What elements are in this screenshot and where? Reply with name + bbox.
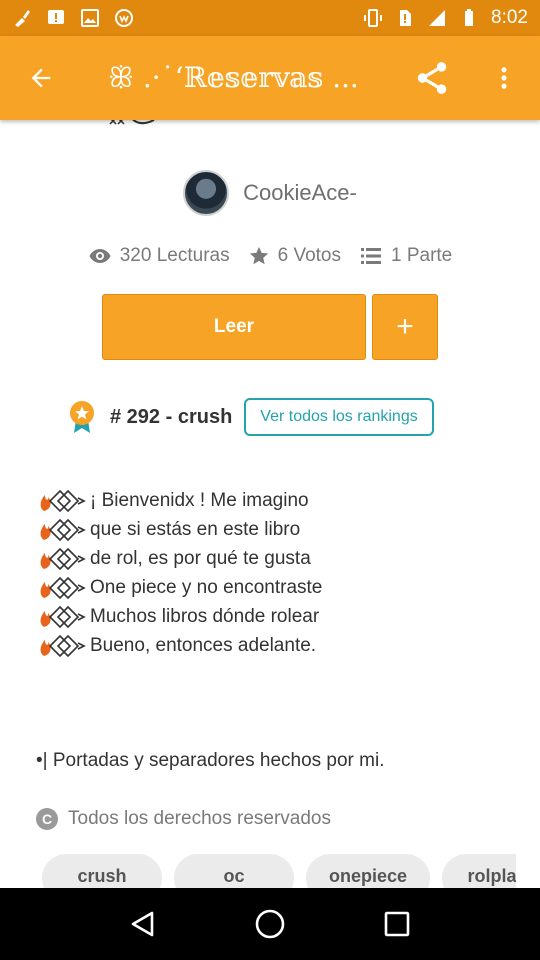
more-vert-icon	[501, 67, 507, 89]
story-details: CookieAce- 320 Lecturas 6 Votos 1 Parte …	[0, 120, 540, 888]
list-icon	[360, 248, 381, 264]
parts-count: 1 Parte	[390, 245, 453, 266]
back-button[interactable]	[0, 36, 82, 120]
ranking-medal-icon	[70, 401, 94, 433]
toolbar: ꕥ .·˙‘ℝ𝕖𝕤𝕖𝕣𝕧𝕒𝕤 ...	[0, 36, 540, 120]
ranking-row: # 292 - crush Ver todos los rankings	[66, 398, 434, 436]
cover-art-fragment	[108, 120, 168, 134]
description-line-text: ¡ Bienvenidx ! Me imagino	[90, 490, 309, 511]
add-to-library-button[interactable]: +	[372, 294, 438, 360]
more-options-button[interactable]	[468, 36, 540, 120]
votes-stat: 6 Votos	[248, 245, 341, 267]
square-recents-icon	[384, 911, 409, 937]
eye-icon	[89, 249, 111, 263]
avatar[interactable]	[183, 170, 230, 216]
tag-chip[interactable]: rolpla	[442, 854, 516, 888]
parts-stat: 1 Parte	[359, 244, 452, 268]
description-line: que si estás en este libro	[38, 515, 498, 544]
vibrate-icon	[363, 8, 383, 28]
view-all-rankings-button[interactable]: Ver todos los rankings	[244, 398, 434, 436]
story-title: ꕥ .·˙‘ℝ𝕖𝕤𝕖𝕣𝕧𝕒𝕤 ...	[108, 61, 359, 94]
share-icon	[417, 62, 447, 94]
nav-back-button[interactable]	[121, 902, 165, 946]
tag-chip[interactable]: crush	[42, 854, 162, 888]
signal-icon	[427, 8, 447, 28]
copyright-icon: C	[36, 808, 58, 830]
fire-ornament-icon	[38, 575, 90, 601]
image-icon	[80, 8, 100, 28]
wattpad-icon	[114, 8, 134, 28]
tag-chip[interactable]: oc	[174, 854, 294, 888]
description-line: Muchos libros dónde rolear	[38, 602, 498, 631]
description-line-text: Muchos libros dónde rolear	[90, 606, 320, 627]
copyright-text: Todos los derechos reservados	[68, 808, 331, 829]
share-button[interactable]	[396, 36, 468, 120]
read-button[interactable]: Leer	[102, 294, 366, 360]
description-note: •| Portadas y separadores hechos por mi.	[36, 750, 385, 771]
description-line: Bueno, entonces adelante.	[38, 631, 498, 660]
description-line: de rol, es por qué te gusta	[38, 544, 498, 573]
battery-icon	[459, 8, 479, 28]
story-stats: 320 Lecturas 6 Votos 1 Parte	[0, 244, 540, 268]
description-line: One piece y no encontraste	[38, 573, 498, 602]
broom-icon	[12, 8, 32, 28]
description-line-text: de rol, es por qué te gusta	[90, 548, 311, 569]
fire-ornament-icon	[38, 546, 90, 572]
tag-chip[interactable]: onepiece	[306, 854, 430, 888]
ranking-text: # 292 - crush	[110, 405, 233, 428]
nav-recents-button[interactable]	[375, 902, 419, 946]
description-line: ¡ Bienvenidx ! Me imagino	[38, 486, 498, 515]
no-sim-icon	[395, 8, 415, 28]
circle-home-icon	[255, 909, 285, 939]
tag-list: crush oc onepiece rolpla	[42, 854, 516, 888]
fire-ornament-icon	[38, 488, 90, 514]
action-buttons: Leer +	[102, 294, 438, 360]
system-nav-bar	[0, 888, 540, 960]
clock: 8:02	[491, 7, 528, 28]
votes-count: 6 Votos	[277, 245, 341, 266]
reads-stat: 320 Lecturas	[88, 244, 230, 268]
author-name[interactable]: CookieAce-	[243, 180, 357, 206]
fire-ornament-icon	[38, 604, 90, 630]
star-icon	[249, 246, 268, 265]
triangle-back-icon	[132, 911, 154, 937]
alert-icon	[46, 8, 66, 28]
author-row[interactable]: CookieAce-	[0, 170, 540, 216]
fire-ornament-icon	[38, 517, 90, 543]
fire-ornament-icon	[38, 633, 90, 659]
nav-home-button[interactable]	[248, 902, 292, 946]
description-line-text: que si estás en este libro	[90, 519, 301, 540]
description-line-text: Bueno, entonces adelante.	[90, 635, 317, 656]
story-description: ¡ Bienvenidx ! Me imagino que si estás e…	[38, 486, 498, 660]
description-line-text: One piece y no encontraste	[90, 577, 323, 598]
arrow-left-icon	[31, 68, 51, 88]
copyright-row: C Todos los derechos reservados	[36, 808, 331, 830]
status-bar: 8:02	[0, 0, 540, 36]
reads-count: 320 Lecturas	[119, 245, 230, 266]
